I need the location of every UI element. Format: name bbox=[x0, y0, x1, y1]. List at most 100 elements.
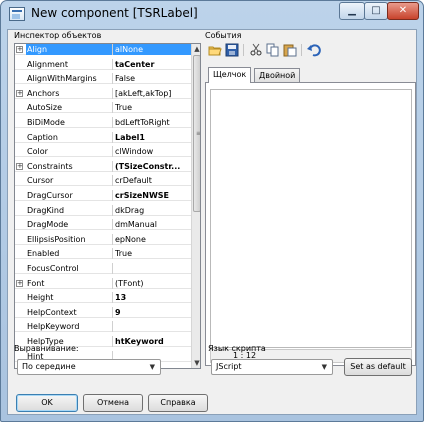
property-row[interactable]: + Align alNone bbox=[15, 44, 191, 55]
events-title: События bbox=[205, 31, 242, 40]
property-row[interactable]: DragKind dkDrag bbox=[15, 204, 191, 216]
event-tab-panel: 1 : 12 bbox=[205, 82, 416, 366]
property-name: Caption bbox=[27, 132, 58, 142]
dialog-client: Инспектор объектов + Align alNone Alignment… bbox=[7, 29, 417, 415]
property-value[interactable]: (TFont) bbox=[112, 277, 191, 289]
property-row[interactable]: Cursor crDefault bbox=[15, 175, 191, 187]
alignment-select[interactable]: По середине ▼ bbox=[17, 359, 161, 375]
inspector-title: Инспектор объектов bbox=[14, 31, 102, 40]
ok-button[interactable]: OK bbox=[16, 394, 78, 412]
chevron-down-icon: ▼ bbox=[321, 363, 327, 371]
scroll-up-icon[interactable]: ▲ bbox=[192, 44, 200, 54]
script-language-select[interactable]: JScript ▼ bbox=[211, 359, 333, 375]
property-value[interactable]: dkDrag bbox=[112, 204, 191, 216]
script-editor[interactable] bbox=[210, 89, 412, 348]
undo-icon[interactable] bbox=[307, 43, 321, 57]
expand-icon[interactable]: + bbox=[16, 279, 23, 287]
property-value[interactable]: htKeyword bbox=[112, 336, 191, 347]
save-icon[interactable] bbox=[225, 43, 239, 57]
property-value[interactable]: True bbox=[112, 248, 191, 260]
open-folder-icon[interactable] bbox=[208, 43, 222, 57]
property-row[interactable]: BiDiMode bdLeftToRight bbox=[15, 117, 191, 128]
property-name: Cursor bbox=[27, 176, 54, 186]
property-row[interactable]: Caption Label1 bbox=[15, 131, 191, 143]
property-row[interactable]: DragMode dmManual bbox=[15, 219, 191, 231]
toolbar-separator bbox=[301, 44, 302, 56]
property-name: DragKind bbox=[27, 205, 65, 215]
maximize-button[interactable]: □ bbox=[364, 2, 388, 20]
property-name: EllipsisPosition bbox=[27, 234, 86, 244]
property-name: HelpContext bbox=[27, 307, 77, 317]
scroll-down-icon[interactable]: ▼ bbox=[192, 358, 200, 368]
property-value[interactable]: dmManual bbox=[112, 219, 191, 231]
property-value[interactable]: epNone bbox=[112, 233, 191, 245]
property-row[interactable]: Height 13 bbox=[15, 292, 191, 304]
property-value[interactable] bbox=[112, 263, 191, 274]
paste-icon[interactable] bbox=[283, 43, 297, 57]
property-row[interactable]: AlignWithMargins False bbox=[15, 73, 191, 85]
expand-icon[interactable]: + bbox=[16, 46, 23, 53]
scroll-thumb[interactable]: ≡ bbox=[193, 55, 201, 212]
close-button[interactable]: ✕ bbox=[387, 2, 419, 20]
property-value[interactable]: False bbox=[112, 73, 191, 85]
property-value[interactable]: (TSizeConstr... bbox=[112, 160, 191, 172]
property-value[interactable]: alNone bbox=[112, 44, 191, 55]
property-name: Anchors bbox=[27, 88, 60, 98]
property-value[interactable]: crSizeNWSE bbox=[112, 190, 191, 201]
cut-icon[interactable] bbox=[249, 43, 263, 57]
property-row[interactable]: EllipsisPosition epNone bbox=[15, 233, 191, 245]
copy-icon[interactable] bbox=[266, 43, 280, 57]
property-scrollbar[interactable]: ▲ ≡ ▼ bbox=[191, 44, 201, 368]
expand-icon[interactable]: + bbox=[16, 89, 23, 97]
property-name: Alignment bbox=[27, 59, 68, 69]
property-row[interactable]: DragCursor crSizeNWSE bbox=[15, 190, 191, 201]
property-value[interactable]: 13 bbox=[112, 292, 191, 304]
title-bar[interactable]: New component [TSRLabel] ▁ □ ✕ bbox=[1, 1, 423, 29]
property-grid[interactable]: + Align alNone Alignment taCenter AlignWithMa… bbox=[14, 43, 201, 369]
property-row[interactable]: HelpContext 9 bbox=[15, 306, 191, 318]
property-row[interactable]: FocusControl bbox=[15, 263, 191, 274]
minimize-button[interactable]: ▁ bbox=[339, 2, 365, 20]
property-row[interactable]: AutoSize True bbox=[15, 102, 191, 114]
property-row[interactable]: + Constraints (TSizeConstr... bbox=[15, 160, 191, 172]
property-name: DragMode bbox=[27, 220, 69, 230]
dialog-window: New component [TSRLabel] ▁ □ ✕ Инспектор… bbox=[0, 0, 424, 422]
chevron-down-icon: ▼ bbox=[149, 363, 155, 371]
property-value[interactable]: clWindow bbox=[112, 146, 191, 158]
property-name: BiDiMode bbox=[27, 118, 65, 127]
cancel-button[interactable]: Отмена bbox=[83, 394, 143, 412]
property-name: Height bbox=[27, 293, 54, 303]
set-as-default-button[interactable]: Set as default bbox=[344, 358, 412, 376]
property-name: FocusControl bbox=[27, 264, 79, 273]
alignment-label: Выравнивание: bbox=[14, 344, 79, 353]
grip-icon: ≡ bbox=[196, 130, 201, 137]
alignment-select-value: По середине bbox=[22, 362, 76, 371]
property-row[interactable]: Alignment taCenter bbox=[15, 58, 191, 70]
script-language-value: JScript bbox=[216, 362, 242, 371]
property-row[interactable]: Color clWindow bbox=[15, 146, 191, 158]
property-value[interactable]: taCenter bbox=[112, 58, 191, 70]
property-value[interactable]: 9 bbox=[112, 306, 191, 318]
property-value[interactable]: bdLeftToRight bbox=[112, 117, 191, 128]
toolbar-separator bbox=[243, 44, 244, 56]
property-row[interactable]: Enabled True bbox=[15, 248, 191, 260]
property-name: DragCursor bbox=[27, 191, 73, 200]
script-toolbar bbox=[208, 43, 408, 59]
property-row[interactable]: HelpKeyword bbox=[15, 321, 191, 333]
property-name: HelpKeyword bbox=[27, 322, 80, 332]
help-button[interactable]: Справка bbox=[148, 394, 208, 412]
property-value[interactable]: [akLeft,akTop] bbox=[112, 87, 191, 99]
property-name: Font bbox=[27, 278, 45, 288]
property-value[interactable]: True bbox=[112, 102, 191, 114]
property-name: Color bbox=[27, 147, 48, 157]
app-icon bbox=[9, 7, 25, 21]
tab-double-click[interactable]: Двойной щелчок bbox=[254, 68, 301, 94]
property-value[interactable]: Label1 bbox=[112, 131, 191, 143]
expand-icon[interactable]: + bbox=[16, 162, 23, 170]
property-value[interactable] bbox=[112, 321, 191, 333]
property-row[interactable]: + Anchors [akLeft,akTop] bbox=[15, 87, 191, 99]
tab-click[interactable]: Щелчок bbox=[208, 67, 252, 83]
property-row[interactable]: + Font (TFont) bbox=[15, 277, 191, 289]
property-name: Align bbox=[26, 44, 112, 55]
property-value[interactable]: crDefault bbox=[112, 175, 191, 187]
